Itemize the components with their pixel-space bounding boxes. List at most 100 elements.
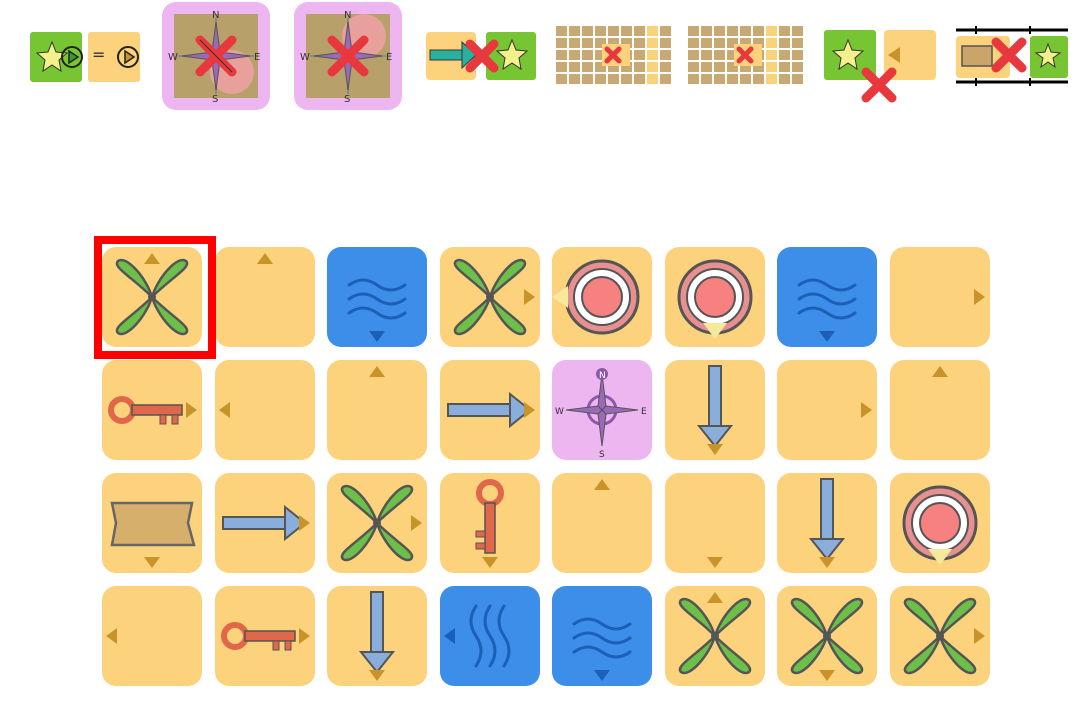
direction-left-icon bbox=[443, 628, 455, 644]
direction-down-icon bbox=[706, 444, 723, 455]
svg-text:S: S bbox=[599, 450, 605, 460]
board-tile-key-horizontal[interactable] bbox=[102, 360, 202, 460]
direction-down-icon bbox=[594, 670, 610, 681]
board-tile-empty[interactable] bbox=[214, 247, 315, 347]
direction-right-icon bbox=[298, 628, 310, 644]
direction-right-icon bbox=[523, 289, 535, 305]
svg-text:E: E bbox=[641, 407, 647, 417]
direction-down-icon bbox=[369, 670, 385, 681]
direction-down-icon bbox=[819, 331, 835, 342]
direction-down-icon bbox=[819, 557, 835, 568]
water-icon bbox=[469, 604, 510, 668]
key-icon bbox=[108, 396, 183, 425]
direction-right-icon bbox=[411, 515, 422, 531]
water-icon bbox=[797, 278, 857, 320]
forbidden-compass-icon: N S W E bbox=[162, 2, 270, 110]
compass-icon: N S W E bbox=[555, 368, 647, 460]
arrow-right-icon bbox=[221, 504, 307, 542]
direction-up-icon bbox=[931, 366, 948, 377]
arrow-down-icon bbox=[358, 591, 396, 674]
svg-text:E: E bbox=[254, 52, 260, 63]
board-tile-empty[interactable] bbox=[777, 360, 877, 460]
rules-bar: = N S W E N S W E bbox=[0, 0, 1092, 120]
direction-right-icon bbox=[186, 402, 197, 418]
forbidden-map-star-icon bbox=[956, 26, 1068, 86]
svg-text:W: W bbox=[555, 407, 564, 417]
direction-down-icon bbox=[702, 323, 727, 339]
direction-up-icon bbox=[369, 366, 385, 377]
board-tile-arrow-right[interactable] bbox=[439, 360, 540, 460]
direction-left-icon bbox=[218, 402, 230, 418]
board-tile-empty[interactable] bbox=[889, 247, 990, 347]
rule-no-compass-1: N S W E bbox=[162, 2, 270, 110]
board-tile-plant[interactable] bbox=[664, 586, 765, 686]
plant-icon bbox=[790, 597, 864, 675]
svg-text:E: E bbox=[386, 52, 392, 63]
rule-grid-position-1 bbox=[556, 26, 674, 86]
board-tile-compass[interactable]: N S W E bbox=[552, 360, 652, 460]
direction-right-icon bbox=[861, 402, 872, 418]
board-tile-arrow-down[interactable] bbox=[327, 586, 427, 686]
board-tile-plant[interactable] bbox=[327, 473, 427, 573]
key-icon bbox=[220, 622, 296, 651]
board-tile-empty[interactable] bbox=[327, 360, 427, 460]
direction-up-icon bbox=[256, 253, 273, 264]
rule-grid-position-2 bbox=[688, 26, 806, 86]
grid-forbidden-icon bbox=[688, 26, 803, 84]
rule-star-neighbor bbox=[824, 28, 936, 108]
direction-down-icon bbox=[144, 557, 160, 568]
board-tile-empty[interactable] bbox=[552, 473, 652, 573]
board-tile-target[interactable] bbox=[889, 473, 990, 573]
board-tile-target[interactable] bbox=[664, 247, 765, 347]
svg-text:S: S bbox=[212, 94, 218, 105]
board-tile-plant[interactable] bbox=[777, 586, 877, 686]
board-tile-water-horizontal[interactable] bbox=[777, 247, 877, 347]
board-tile-empty[interactable] bbox=[889, 360, 990, 460]
game-board: N S W E bbox=[94, 236, 992, 687]
board-tile-key-horizontal[interactable] bbox=[214, 586, 315, 686]
water-icon bbox=[347, 278, 407, 320]
board-tile-plant[interactable] bbox=[439, 247, 540, 347]
arrow-down-icon bbox=[808, 478, 846, 561]
board-tile-map[interactable] bbox=[102, 473, 202, 573]
rule-start-equals-play: = bbox=[30, 30, 140, 82]
board-tile-plant[interactable] bbox=[889, 586, 990, 686]
board-tile-water-horizontal[interactable] bbox=[552, 586, 652, 686]
arrow-down-icon bbox=[696, 365, 733, 448]
board-tile-empty[interactable] bbox=[214, 360, 315, 460]
svg-text:N: N bbox=[344, 10, 351, 21]
direction-down-icon bbox=[481, 557, 498, 568]
board-tile-arrow-right[interactable] bbox=[214, 473, 315, 573]
board-tile-arrow-down[interactable] bbox=[777, 473, 877, 573]
direction-down-icon bbox=[927, 549, 952, 565]
plant-icon bbox=[453, 258, 526, 336]
board-tile-empty[interactable] bbox=[664, 473, 765, 573]
direction-left-icon bbox=[552, 286, 568, 308]
board-tile-water-vertical[interactable] bbox=[439, 586, 540, 686]
arrow-right-icon bbox=[446, 391, 532, 429]
direction-right-icon bbox=[973, 289, 985, 305]
key-icon bbox=[475, 479, 504, 554]
board-tile-arrow-down[interactable] bbox=[664, 360, 765, 460]
direction-up-icon bbox=[594, 479, 610, 490]
direction-down-icon bbox=[369, 331, 385, 342]
map-icon bbox=[110, 501, 196, 547]
direction-up-icon bbox=[706, 592, 723, 603]
board-tile-key-vertical[interactable] bbox=[439, 473, 540, 573]
direction-right-icon bbox=[523, 402, 535, 418]
water-icon bbox=[572, 617, 632, 659]
direction-left-icon bbox=[106, 628, 117, 644]
plant-icon bbox=[903, 597, 976, 675]
board-tile-empty[interactable] bbox=[102, 586, 202, 686]
forbidden-star-neighbor-icon bbox=[824, 30, 936, 103]
board-tile-water-horizontal[interactable] bbox=[327, 247, 427, 347]
svg-text:N: N bbox=[212, 10, 219, 21]
svg-text:W: W bbox=[300, 52, 310, 63]
rule-no-arrow-before-star bbox=[426, 30, 536, 82]
forbidden-arrow-star-icon bbox=[426, 32, 536, 80]
direction-down-icon bbox=[706, 557, 723, 568]
forbidden-compass-icon: N S W E bbox=[294, 2, 402, 110]
selection-highlight bbox=[94, 236, 216, 359]
board-tile-target[interactable] bbox=[552, 247, 652, 347]
plant-icon bbox=[678, 597, 751, 675]
